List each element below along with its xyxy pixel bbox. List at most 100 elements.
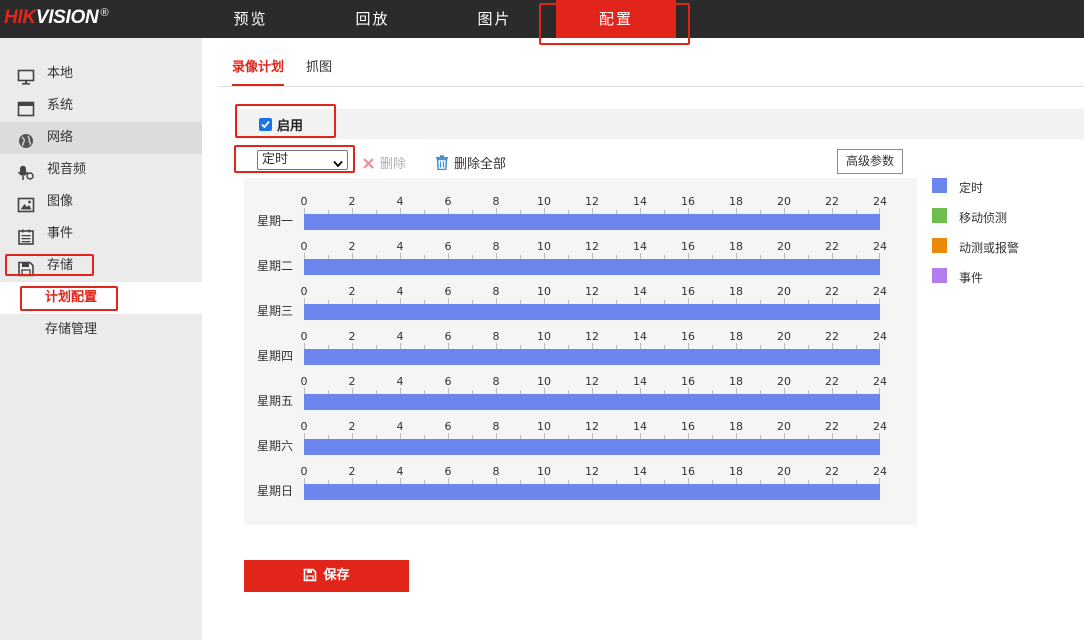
hour-tick-label: 12: [585, 465, 599, 478]
hour-tick-label: 8: [492, 375, 500, 388]
hour-tick-label: 6: [444, 240, 452, 253]
legend-swatch: [932, 208, 947, 223]
tab-capture[interactable]: 抓图: [306, 52, 332, 86]
hour-tick-label: 18: [729, 285, 743, 298]
schedule-bar[interactable]: [304, 439, 880, 455]
sidebar-subitem-label: 计划配置: [45, 290, 98, 305]
hour-tick-label: 2: [348, 420, 356, 433]
hour-tick-label: 20: [777, 240, 791, 253]
schedule-bar[interactable]: [304, 484, 880, 500]
hour-tick-label: 14: [633, 330, 647, 343]
record-type-select[interactable]: 定时: [257, 150, 348, 170]
hour-tick-label: 24: [873, 465, 887, 478]
hour-tick-label: 24: [873, 285, 887, 298]
hour-tick-label: 4: [396, 195, 404, 208]
sidebar-item-label: 本地: [47, 66, 74, 81]
hour-tick-label: 6: [444, 285, 452, 298]
delete-all-button[interactable]: 删除全部: [435, 153, 506, 172]
chevron-down-icon: [333, 156, 343, 174]
hour-tick-label: 20: [777, 285, 791, 298]
save-button[interactable]: 保存: [244, 560, 409, 592]
hour-tick-label: 14: [633, 465, 647, 478]
tab-record-schedule[interactable]: 录像计划: [232, 52, 285, 86]
sidebar-subitem-label: 存储管理: [45, 322, 98, 337]
window-icon: [17, 98, 35, 117]
hour-tick-label: 12: [585, 420, 599, 433]
nav-configuration[interactable]: 配置: [556, 0, 676, 38]
hour-tick-label: 12: [585, 375, 599, 388]
hour-tick-label: 10: [537, 240, 551, 253]
hour-tick-label: 16: [681, 420, 695, 433]
sidebar-item-event[interactable]: 事件: [0, 218, 202, 250]
sidebar-item-system[interactable]: 系统: [0, 90, 202, 122]
nav-preview[interactable]: 预览: [203, 0, 298, 38]
day-label: 星期三: [257, 304, 294, 318]
hour-tick-label: 10: [537, 375, 551, 388]
hour-tick-label: 22: [825, 420, 839, 433]
hour-tick-label: 16: [681, 330, 695, 343]
sidebar-subitem-schedule-config[interactable]: 计划配置: [0, 282, 202, 314]
legend-label: 动测或报警: [959, 241, 1020, 255]
sidebar-item-storage[interactable]: 存储: [0, 250, 202, 282]
sidebar-item-local[interactable]: 本地: [0, 58, 202, 90]
hour-tick-label: 22: [825, 285, 839, 298]
hour-tick-label: 10: [537, 465, 551, 478]
legend-label: 事件: [959, 271, 984, 285]
sidebar-item-label: 视音频: [47, 162, 87, 177]
hour-tick-label: 18: [729, 240, 743, 253]
hour-tick-label: 12: [585, 240, 599, 253]
delete-all-label: 删除全部: [454, 157, 507, 172]
hour-tick-label: 16: [681, 285, 695, 298]
hour-tick-label: 4: [396, 375, 404, 388]
hour-tick-label: 12: [585, 195, 599, 208]
schedule-bar[interactable]: [304, 304, 880, 320]
hour-tick-label: 12: [585, 330, 599, 343]
delete-button[interactable]: 删除: [362, 153, 406, 172]
hour-tick-label: 12: [585, 285, 599, 298]
hour-tick-label: 0: [300, 330, 308, 343]
hour-tick-label: 22: [825, 465, 839, 478]
enable-checkbox[interactable]: [259, 118, 272, 131]
hour-tick-label: 18: [729, 330, 743, 343]
hour-tick-label: 22: [825, 195, 839, 208]
record-type-value: 定时: [262, 152, 289, 167]
day-label: 星期一: [257, 214, 294, 228]
hour-tick-label: 20: [777, 375, 791, 388]
legend-label: 定时: [959, 181, 984, 195]
hour-tick-label: 8: [492, 465, 500, 478]
hour-tick-label: 16: [681, 465, 695, 478]
sidebar-item-label: 系统: [47, 98, 74, 113]
schedule-bar[interactable]: [304, 259, 880, 275]
sidebar-item-label: 网络: [47, 130, 74, 145]
hour-tick-label: 24: [873, 330, 887, 343]
advanced-params-button[interactable]: 高级参数: [837, 149, 903, 174]
sidebar-item-network[interactable]: 网络: [0, 122, 202, 154]
hour-tick-label: 4: [396, 285, 404, 298]
hour-tick-label: 8: [492, 240, 500, 253]
hour-tick-label: 22: [825, 375, 839, 388]
hour-tick-label: 6: [444, 375, 452, 388]
hour-tick-label: 24: [873, 195, 887, 208]
hour-tick-label: 0: [300, 465, 308, 478]
hour-tick-label: 20: [777, 420, 791, 433]
floppy-icon: [17, 258, 35, 277]
hour-tick-label: 18: [729, 465, 743, 478]
hour-tick-label: 2: [348, 465, 356, 478]
day-label: 星期四: [257, 349, 294, 363]
nav-playback[interactable]: 回放: [325, 0, 420, 38]
hour-tick-label: 4: [396, 420, 404, 433]
hour-tick-label: 2: [348, 240, 356, 253]
hour-tick-label: 6: [444, 330, 452, 343]
sidebar-subitem-storage-management[interactable]: 存储管理: [0, 314, 202, 346]
hour-tick-label: 6: [444, 195, 452, 208]
hour-tick-label: 10: [537, 330, 551, 343]
sidebar-item-label: 图像: [47, 194, 74, 209]
sidebar-item-image[interactable]: 图像: [0, 186, 202, 218]
nav-picture[interactable]: 图片: [447, 0, 542, 38]
schedule-bar[interactable]: [304, 214, 880, 230]
schedule-bar[interactable]: [304, 394, 880, 410]
sidebar: 本地 系统 网络 视音频 图像 事件 存储 计划配置 存储管理: [0, 38, 202, 640]
sidebar-item-video-audio[interactable]: 视音频: [0, 154, 202, 186]
monitor-icon: [17, 66, 35, 85]
schedule-bar[interactable]: [304, 349, 880, 365]
